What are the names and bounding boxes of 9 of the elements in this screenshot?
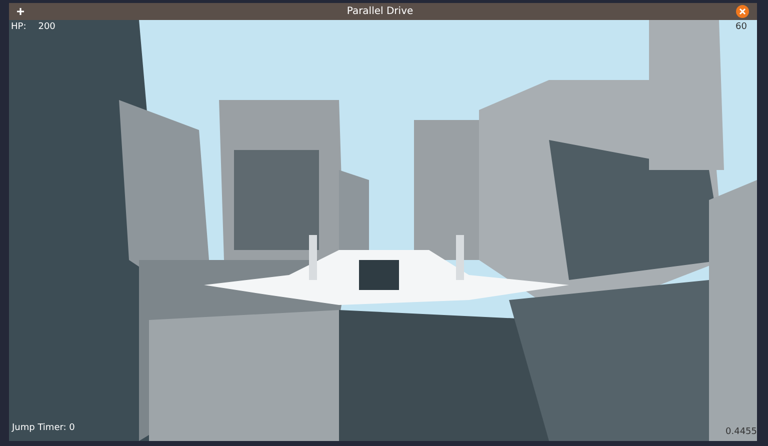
- hp-label: HP:: [11, 21, 26, 34]
- close-button[interactable]: [736, 5, 749, 18]
- debug-reading: 0.4455: [726, 426, 757, 438]
- window-title: Parallel Drive: [346, 5, 414, 19]
- plus-icon[interactable]: [17, 8, 24, 15]
- jump-timer-text: Jump Timer: 0: [12, 422, 75, 434]
- close-icon: [739, 8, 746, 15]
- fps-counter: 60: [736, 21, 747, 34]
- hp-value: 200: [38, 21, 56, 34]
